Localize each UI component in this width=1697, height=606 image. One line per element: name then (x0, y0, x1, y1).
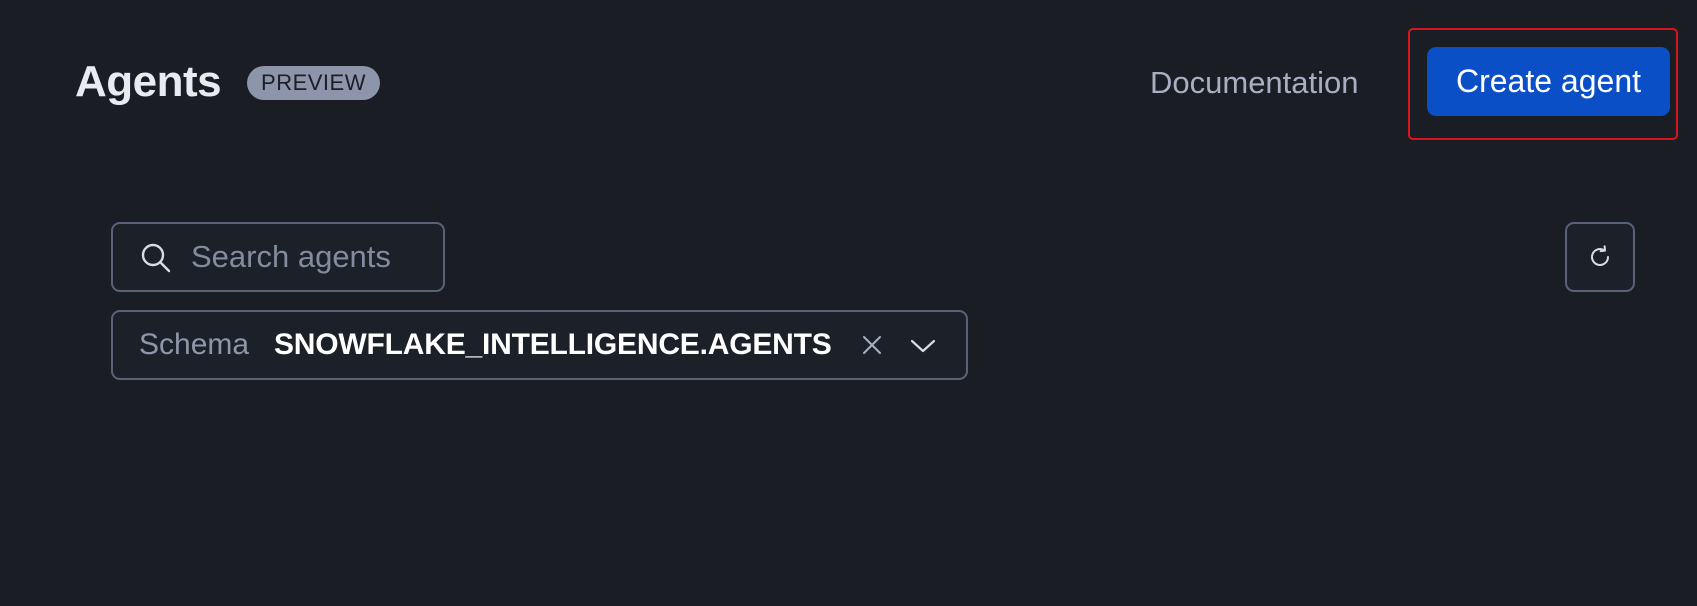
refresh-button[interactable] (1565, 222, 1635, 292)
refresh-icon (1591, 245, 1609, 266)
close-icon[interactable] (860, 333, 884, 357)
schema-filter-label: Schema (139, 328, 250, 361)
page-title: Agents (75, 57, 222, 106)
documentation-link[interactable]: Documentation (1150, 60, 1359, 106)
schema-filter[interactable]: Schema SNOWFLAKE_INTELLIGENCE.AGENTS (111, 310, 968, 380)
search-icon (141, 243, 171, 273)
schema-filter-value: SNOWFLAKE_INTELLIGENCE.AGENTS (274, 328, 832, 361)
search-input[interactable] (191, 224, 431, 290)
chevron-down-icon[interactable] (910, 334, 936, 358)
create-agent-button[interactable]: Create agent (1427, 47, 1670, 116)
preview-badge: PREVIEW (247, 66, 380, 100)
search-box[interactable] (111, 222, 445, 292)
